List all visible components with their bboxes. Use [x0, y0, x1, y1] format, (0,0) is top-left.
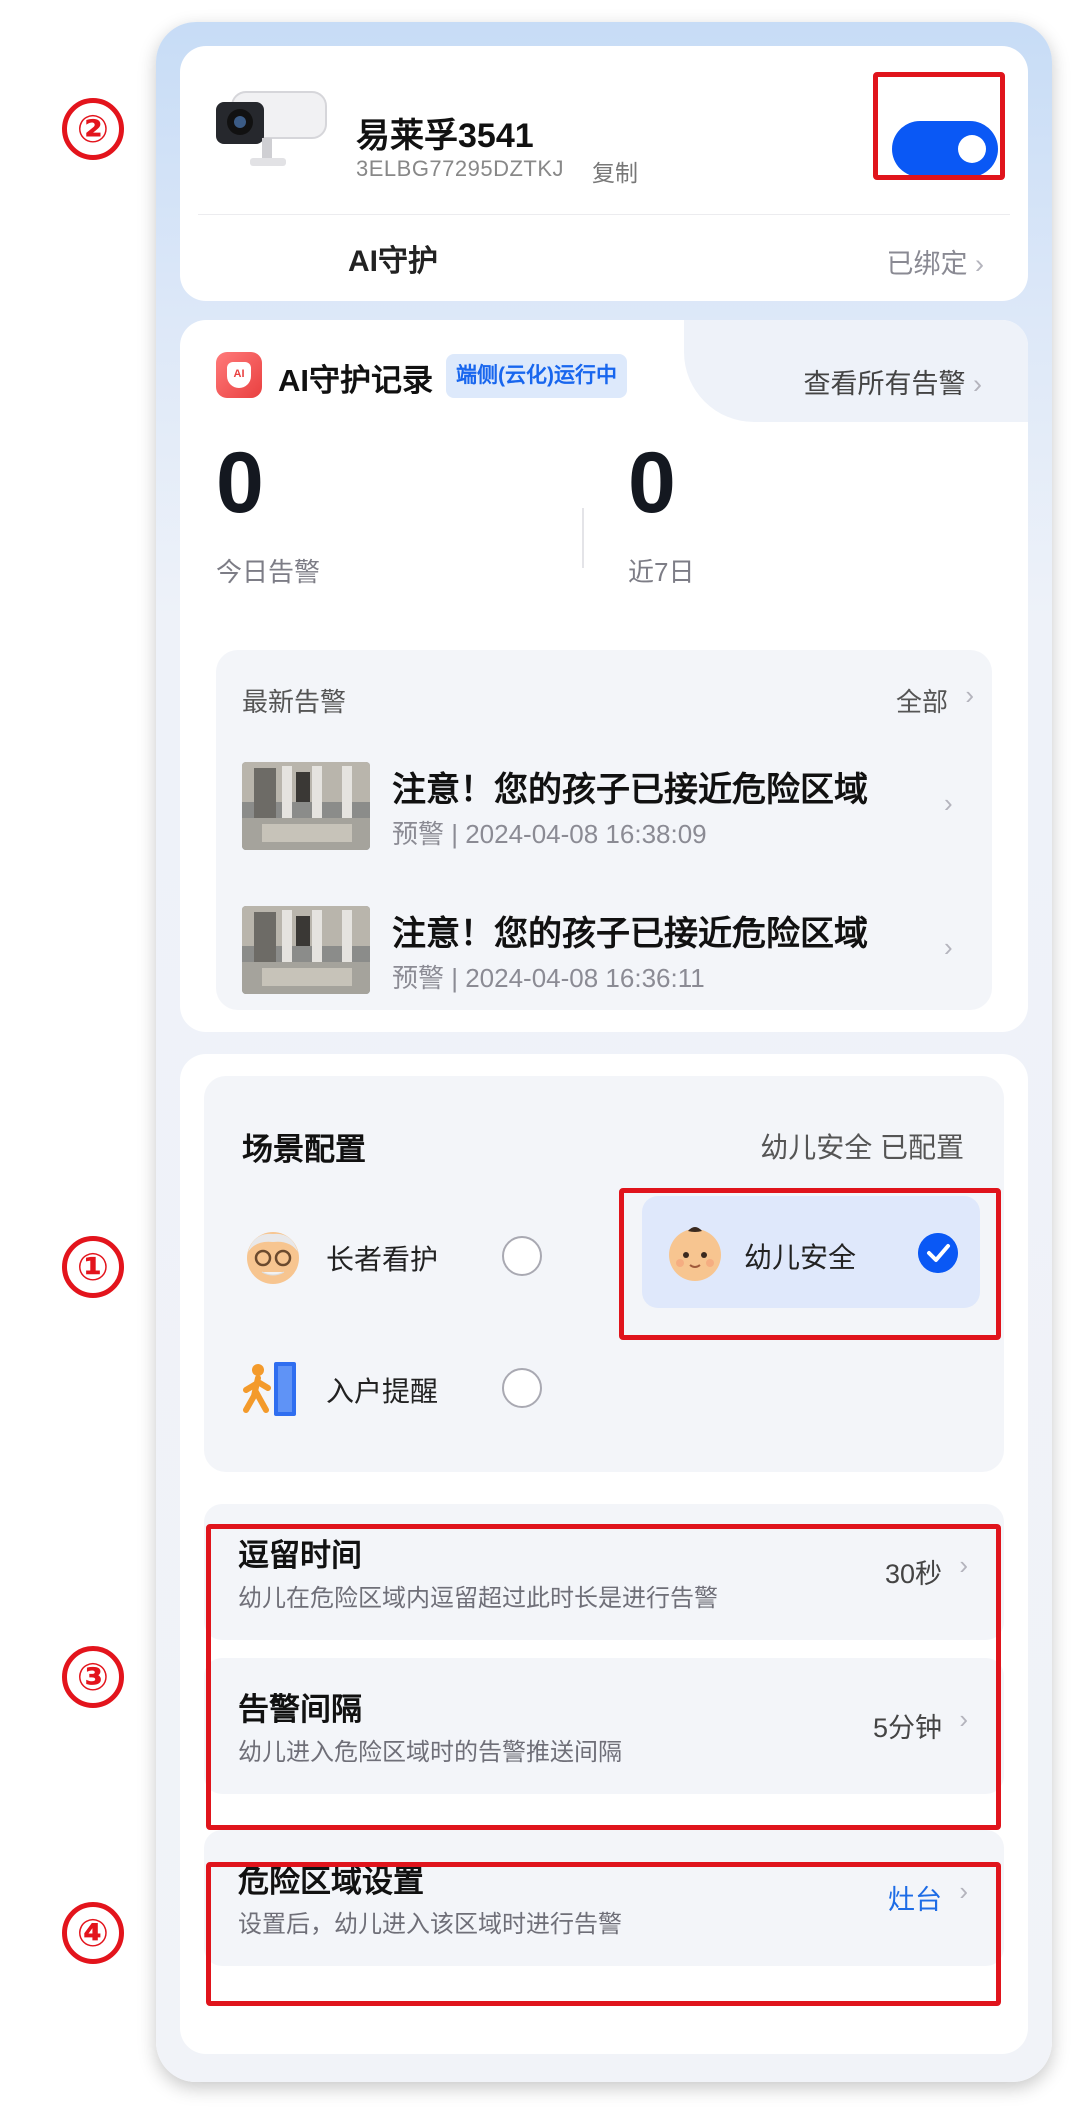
camera-device-image — [216, 91, 327, 166]
chevron-right-icon: › — [944, 932, 953, 962]
alert-list-item[interactable]: 注意！您的孩子已接近危险区域 预警 | 2024-04-08 16:38:09 … — [242, 762, 972, 854]
scene-option-elder-care[interactable]: 长者看护 — [240, 1216, 570, 1296]
today-alert-label: 今日告警 — [216, 557, 321, 587]
annotation-number-3: ③ — [62, 1646, 124, 1708]
ai-shield-icon: AI — [216, 352, 262, 398]
ai-guard-label: AI守护 — [348, 245, 438, 278]
ai-badge-text: AI — [227, 362, 251, 388]
alert-title: 注意！您的孩子已接近危险区域 — [392, 915, 868, 953]
week-alert-count: 0 — [628, 435, 676, 531]
ai-record-card: AI AI守护记录 端侧(云化)运行中 查看所有告警 › 0 今日告警 0 近7… — [180, 320, 1028, 1032]
chevron-right-icon: › — [975, 249, 984, 279]
latest-alerts-title: 最新告警 — [242, 687, 347, 717]
elder-face-icon — [247, 1232, 299, 1284]
scene-option-radio[interactable] — [502, 1236, 542, 1276]
stats-divider — [582, 508, 584, 568]
latest-alerts-panel: 最新告警 全部 › 注意！您的孩子已接近危险区域 预警 | 2024-04-08… — [216, 650, 992, 1010]
chevron-right-icon: › — [965, 680, 974, 710]
annotation-number-1: ① — [62, 1236, 124, 1298]
scene-option-entry-reminder[interactable]: 入户提醒 — [240, 1348, 570, 1428]
alert-snapshot-thumbnail — [242, 906, 370, 994]
scene-option-label: 入户提醒 — [326, 1376, 439, 1407]
scene-option-label: 长者看护 — [326, 1244, 439, 1275]
record-title: AI守护记录 — [278, 363, 433, 398]
device-serial: 3ELBG77295DZTKJ — [356, 156, 565, 181]
alert-title: 注意！您的孩子已接近危险区域 — [392, 771, 868, 809]
today-alert-count: 0 — [216, 435, 264, 531]
alert-snapshot-thumbnail — [242, 762, 370, 850]
scene-config-status: 幼儿安全 已配置 — [760, 1132, 964, 1163]
scene-config-title: 场景配置 — [242, 1132, 366, 1167]
chevron-right-icon: › — [973, 369, 982, 399]
week-alert-label: 近7日 — [628, 557, 695, 587]
alert-meta: 预警 | 2024-04-08 16:36:11 — [392, 963, 705, 993]
annotation-number-4: ④ — [62, 1902, 124, 1964]
copy-serial-button[interactable]: 复制 — [592, 154, 638, 188]
alert-meta: 预警 | 2024-04-08 16:38:09 — [392, 819, 707, 849]
view-all-alerts-link[interactable]: 查看所有告警 › — [803, 362, 982, 401]
chevron-right-icon: › — [944, 788, 953, 818]
annotation-box-4 — [206, 1862, 1001, 2006]
view-all-alerts-label: 查看所有告警 — [803, 369, 966, 399]
latest-alerts-all-link[interactable]: 全部 — [896, 682, 948, 719]
annotation-number-2: ② — [62, 98, 124, 160]
latest-alerts-all-label: 全部 — [895, 687, 948, 717]
bind-status-link[interactable]: 已绑定 › — [886, 242, 984, 281]
scene-option-radio[interactable] — [502, 1368, 542, 1408]
annotation-box-3 — [206, 1524, 1001, 1830]
running-status-badge: 端侧(云化)运行中 — [446, 354, 627, 398]
annotation-box-1 — [619, 1188, 1001, 1340]
bind-status-label: 已绑定 — [886, 249, 968, 279]
divider — [198, 214, 1010, 215]
alert-list-item[interactable]: 注意！您的孩子已接近危险区域 预警 | 2024-04-08 16:36:11 … — [242, 906, 972, 998]
annotation-box-2 — [873, 72, 1005, 180]
device-name: 易莱孚3541 — [356, 117, 534, 155]
door-entry-icon — [243, 1362, 296, 1416]
